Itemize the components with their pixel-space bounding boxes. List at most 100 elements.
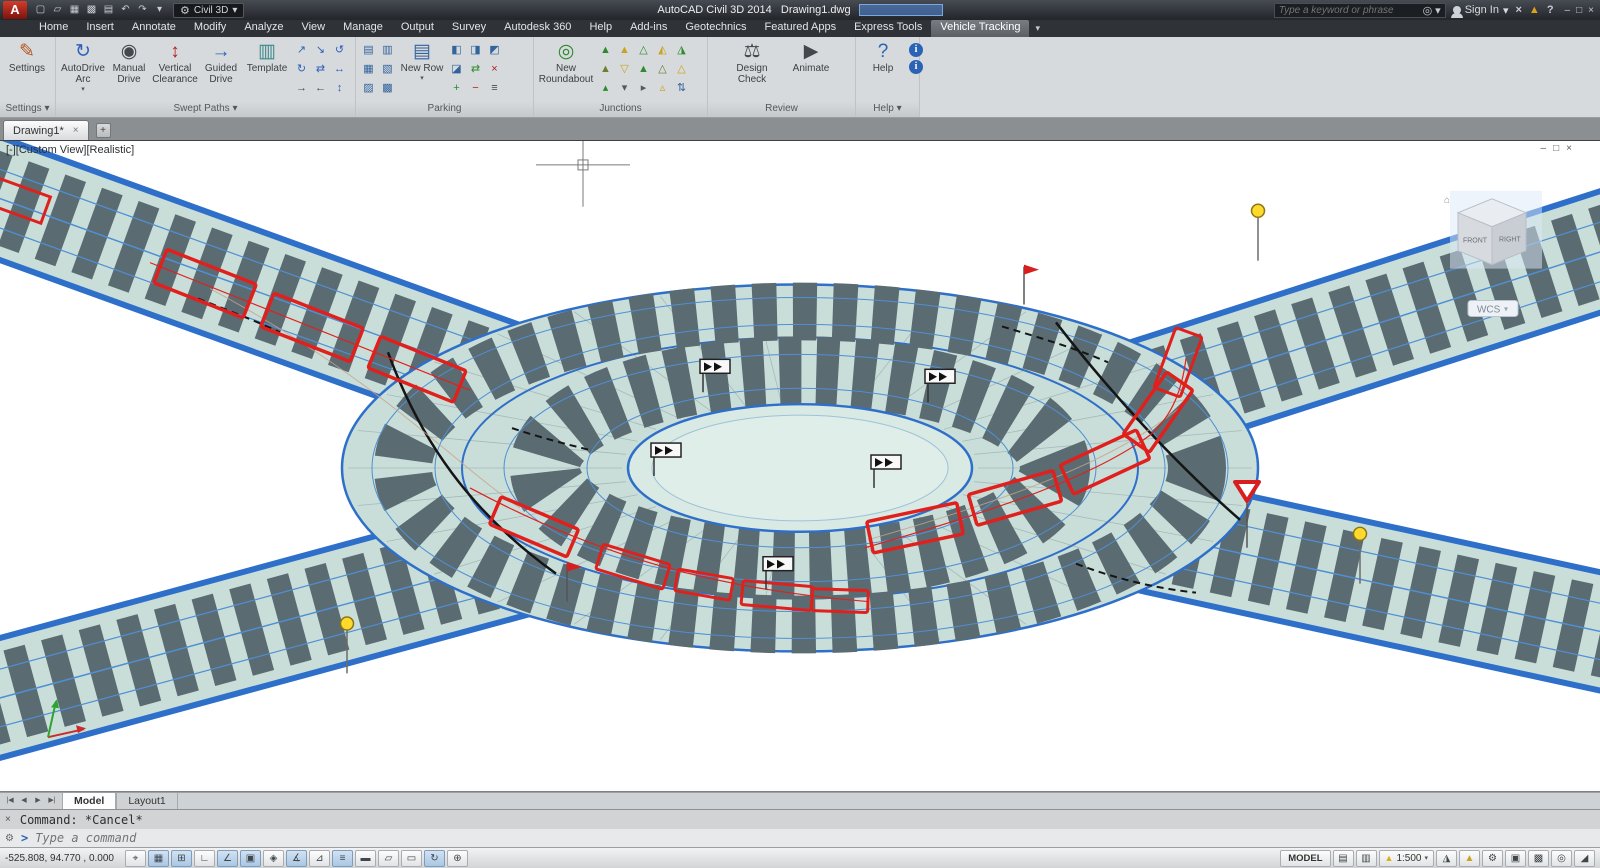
otrack-icon[interactable]: ∡ (286, 849, 307, 867)
t-junction-icon[interactable]: ▲ (597, 42, 614, 59)
infocenter-help-icon[interactable]: ? (1547, 4, 1554, 16)
path-reverse-icon[interactable]: ↘ (312, 42, 329, 59)
settings-button[interactable]: ✎ Settings (4, 39, 50, 75)
osnap-3d-icon[interactable]: ◈ (263, 849, 284, 867)
hardware-accel-icon[interactable]: ▩ (1528, 849, 1549, 867)
help-button[interactable]: ? Help (860, 39, 906, 75)
extend-path-icon[interactable]: ↔ (331, 61, 348, 78)
polar-tracking-icon[interactable]: ∠ (217, 849, 238, 867)
arc-right-icon[interactable]: ↻ (293, 61, 310, 78)
viewcube[interactable]: FRONT RIGHT ⌂ (1444, 190, 1542, 269)
first-layout-icon[interactable]: |◀ (3, 794, 17, 808)
ribbon-tab-help[interactable]: Help (580, 20, 621, 37)
ribbon-tab-featured-apps[interactable]: Featured Apps (756, 20, 846, 37)
workspace-switch-icon[interactable]: ⚙ (1482, 849, 1503, 867)
ribbon-tab-vehicle-tracking[interactable]: Vehicle Tracking (931, 20, 1030, 37)
island-icon[interactable]: ▵ (654, 80, 671, 97)
application-menu-button[interactable]: A (3, 1, 27, 19)
wcs-control[interactable]: WCS ▾ (1467, 300, 1519, 317)
lane-drop-icon[interactable]: ▴ (597, 80, 614, 97)
bay-remove-icon[interactable]: − (467, 80, 484, 97)
exchange-apps-icon[interactable]: × (1515, 4, 1521, 16)
annotation-monitor-icon[interactable]: ⊕ (447, 849, 468, 867)
qat-dropdown-icon[interactable]: ▾ (151, 2, 168, 18)
panel-label-swept-paths[interactable]: Swept Paths ▾ (56, 102, 355, 117)
parking-standards-icon[interactable]: ▤ (360, 42, 377, 59)
last-layout-icon[interactable]: ▶| (45, 794, 59, 808)
vertical-clearance-button[interactable]: ↕ Vertical Clearance (152, 39, 198, 93)
open-file-icon[interactable]: ▱ (49, 2, 66, 18)
annotation-visibility-icon[interactable]: ◮ (1436, 849, 1457, 867)
quick-view-layouts-icon[interactable]: ▤ (1332, 849, 1354, 867)
bay-report-icon[interactable]: ≡ (486, 80, 503, 97)
infer-constraints-icon[interactable]: ⌖ (125, 849, 146, 867)
window-close-button[interactable]: × (1588, 5, 1594, 16)
ribbon-tab-modify[interactable]: Modify (185, 20, 235, 37)
save-as-icon[interactable]: ▩ (83, 2, 100, 18)
transparency-icon[interactable]: ▱ (378, 849, 399, 867)
merge-lane-icon[interactable]: ▲ (597, 61, 614, 78)
selection-cycling-icon[interactable]: ↻ (424, 849, 445, 867)
path-forward-icon[interactable]: ↗ (293, 42, 310, 59)
command-input[interactable] (35, 831, 1600, 845)
drive-forward-icon[interactable]: → (293, 80, 310, 97)
snap-mode-icon[interactable]: ▦ (148, 849, 169, 867)
a360-alert-icon[interactable]: ▲ (1529, 4, 1540, 16)
row-rotate-icon[interactable]: ◧ (448, 42, 465, 59)
ortho-mode-icon[interactable]: ∟ (194, 849, 215, 867)
next-layout-icon[interactable]: ▶ (31, 794, 45, 808)
osnap-icon[interactable]: ▣ (240, 849, 261, 867)
isolate-objects-icon[interactable]: ◎ (1551, 849, 1572, 867)
new-row-button[interactable]: ▤ New Row ▾ (399, 39, 445, 82)
ribbon-tab-home[interactable]: Home (30, 20, 77, 37)
bay-add-icon[interactable]: + (448, 80, 465, 97)
model-space-button[interactable]: MODEL (1280, 849, 1331, 867)
new-file-icon[interactable]: ▢ (32, 2, 49, 18)
ducs-icon[interactable]: ⊿ (309, 849, 330, 867)
chevron-icon[interactable]: ▾ (616, 80, 633, 97)
ribbon-tab-geotechnics[interactable]: Geotechnics (676, 20, 755, 37)
swap-flow-icon[interactable]: ⇅ (673, 80, 690, 97)
manual-drive-button[interactable]: ◉ Manual Drive (106, 39, 152, 93)
row-offset-icon[interactable]: ◪ (448, 61, 465, 78)
two-way-path-icon[interactable]: ⇄ (312, 61, 329, 78)
lane-gain-icon[interactable]: △ (673, 61, 690, 78)
window-minimize-button[interactable]: – (1565, 5, 1571, 16)
command-close-icon[interactable]: × (5, 814, 11, 825)
toolbar-lock-icon[interactable]: ▣ (1505, 849, 1526, 867)
row-check-icon[interactable]: ⇄ (467, 61, 484, 78)
grid-display-icon[interactable]: ⊞ (171, 849, 192, 867)
window-restore-button[interactable]: □ (1576, 5, 1582, 16)
clean-screen-icon[interactable]: ◢ (1574, 849, 1595, 867)
staggered-junction-icon[interactable]: ◭ (654, 42, 671, 59)
new-roundabout-button[interactable]: ◎ New Roundabout (538, 39, 594, 86)
search-icon[interactable]: ◎ (1423, 4, 1433, 17)
row-delete-icon[interactable]: × (486, 61, 503, 78)
tab-model[interactable]: Model (62, 793, 117, 809)
annotation-autoscale-icon[interactable]: ▲ (1459, 849, 1480, 867)
viewport-minimize-button[interactable]: – (1541, 143, 1547, 154)
panel-label-junctions[interactable]: Junctions (534, 102, 707, 117)
parking-bay-icon[interactable]: ▥ (379, 42, 396, 59)
row-align-icon[interactable]: ◩ (486, 42, 503, 59)
template-button[interactable]: ▥ Template (244, 39, 290, 93)
quick-properties-icon[interactable]: ▭ (401, 849, 422, 867)
parking-join-icon[interactable]: ▩ (379, 80, 396, 97)
quick-view-drawings-icon[interactable]: ▥ (1355, 849, 1377, 867)
crossroads-icon[interactable]: △ (635, 42, 652, 59)
parking-split-icon[interactable]: ▨ (360, 80, 377, 97)
ribbon-tab-view[interactable]: View (292, 20, 334, 37)
design-check-button[interactable]: ⚖ Design Check (724, 39, 780, 86)
tab-layout1[interactable]: Layout1 (116, 793, 178, 809)
viewport-restore-button[interactable]: □ (1553, 143, 1559, 154)
panel-label-settings[interactable]: Settings ▾ (0, 102, 55, 117)
panel-label-review[interactable]: Review (708, 102, 855, 117)
search-input[interactable] (1278, 4, 1420, 16)
ribbon-tab-annotate[interactable]: Annotate (123, 20, 185, 37)
annotation-scale-button[interactable]: ▲ 1:500 ▾ (1378, 849, 1434, 867)
save-icon[interactable]: ▦ (66, 2, 83, 18)
dynamic-input-icon[interactable]: ≡ (332, 849, 353, 867)
viewport-controls-label[interactable]: [-][Custom View][Realistic] (6, 144, 134, 156)
autodrive-arc-button[interactable]: ↻ AutoDrive Arc ▾ (60, 39, 106, 93)
drive-back-icon[interactable]: ← (312, 80, 329, 97)
